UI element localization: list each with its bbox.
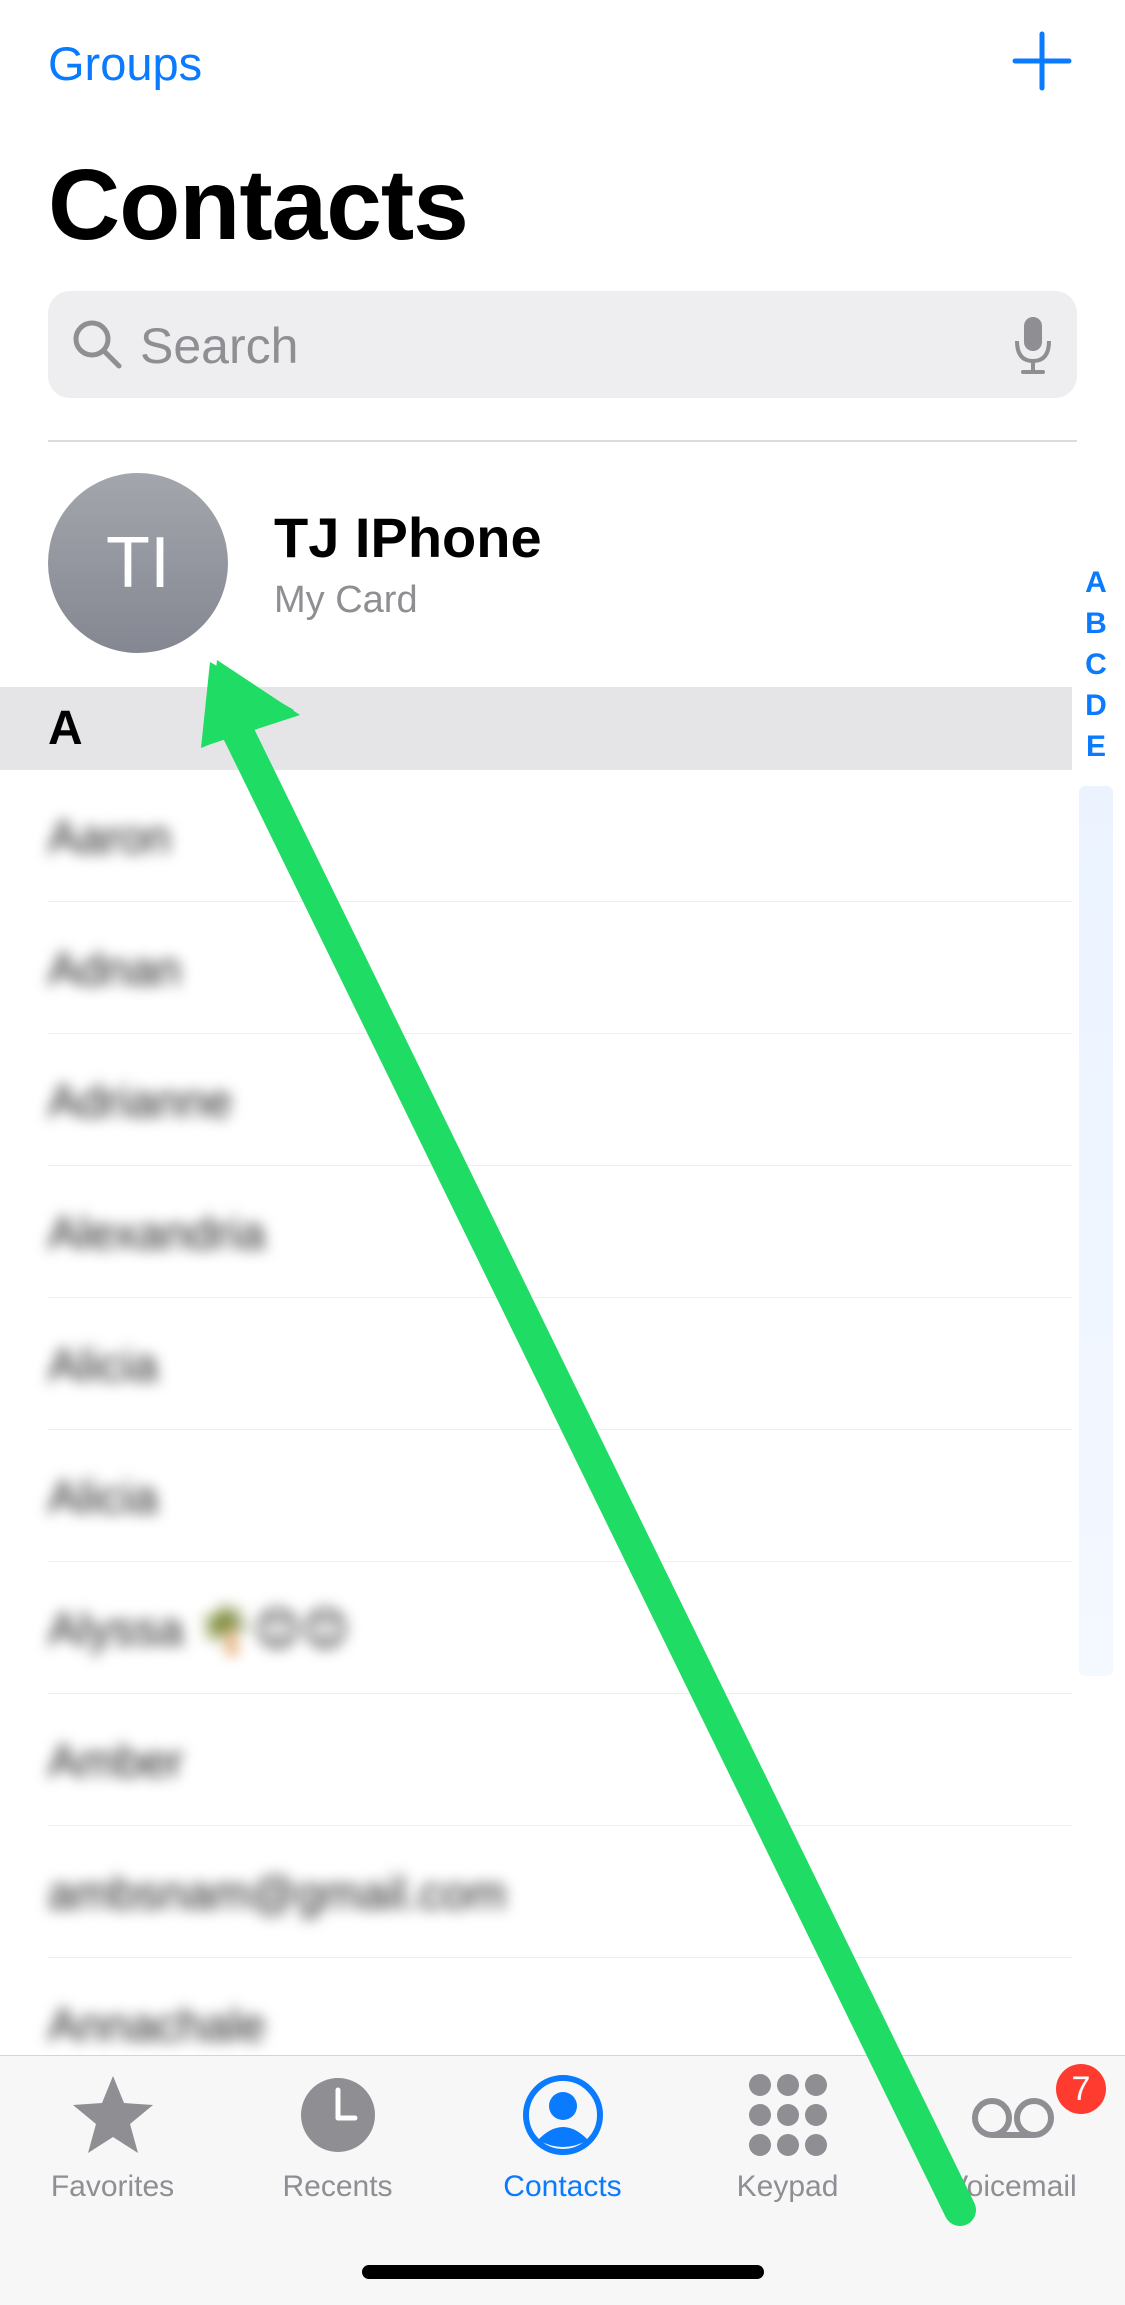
list-item[interactable]: Adrianne: [0, 1034, 1072, 1166]
tab-keypad[interactable]: Keypad: [675, 2070, 900, 2210]
my-card-name: TJ IPhone: [274, 506, 542, 569]
list-item[interactable]: Alicia: [0, 1430, 1072, 1562]
tab-label: Contacts: [503, 2170, 622, 2203]
list-item[interactable]: Alicia: [0, 1298, 1072, 1430]
groups-link[interactable]: Groups: [48, 36, 202, 91]
contact-name: Alicia: [48, 1339, 158, 1391]
clock-icon: [300, 2078, 375, 2152]
contact-list: Aaron Adnan Adrianne Alexandria Alicia A…: [0, 770, 1072, 2090]
search-bar[interactable]: [48, 291, 1077, 398]
contact-name: Alyssa 🌴😊😊: [48, 1603, 350, 1655]
plus-icon: [1012, 31, 1072, 91]
tab-label: Voicemail: [948, 2170, 1077, 2203]
voicemail-icon: [971, 2098, 1054, 2138]
contact-name: Annachale: [48, 1999, 266, 2051]
tab-contacts[interactable]: Contacts: [450, 2070, 675, 2210]
alphabet-index[interactable]: A B C D E: [1079, 562, 1113, 767]
tab-recents[interactable]: Recents: [225, 2070, 450, 2210]
star-icon: [72, 2076, 153, 2153]
tab-label: Recents: [282, 2170, 393, 2203]
index-letter[interactable]: D: [1079, 685, 1113, 726]
tab-label: Keypad: [736, 2170, 839, 2203]
contact-name: Alexandria: [48, 1207, 266, 1259]
list-item[interactable]: Adnan: [0, 902, 1072, 1034]
tab-label: Favorites: [50, 2170, 175, 2203]
list-item[interactable]: Amber: [0, 1694, 1072, 1826]
add-contact-button[interactable]: [1011, 30, 1073, 92]
contact-name: ambsnam@gmail.com: [48, 1867, 507, 1919]
contact-name: Aaron: [48, 811, 171, 863]
voicemail-badge: 7: [1056, 2064, 1106, 2114]
index-letter[interactable]: A: [1079, 562, 1113, 603]
tab-favorites[interactable]: Favorites: [0, 2070, 225, 2210]
my-card-subtitle: My Card: [274, 579, 418, 621]
search-icon: [73, 320, 122, 369]
list-item[interactable]: Aaron: [0, 770, 1072, 902]
index-letter[interactable]: C: [1079, 644, 1113, 685]
index-letter[interactable]: E: [1079, 726, 1113, 767]
list-item[interactable]: Alyssa 🌴😊😊: [0, 1562, 1072, 1694]
keypad-icon: [748, 2074, 827, 2156]
my-card[interactable]: TI TJ IPhone My Card: [0, 455, 1080, 680]
contact-name: Alicia: [48, 1471, 158, 1523]
contact-name: Amber: [48, 1735, 184, 1787]
contact-name: Adrianne: [48, 1075, 233, 1127]
page-title: Contacts: [48, 149, 469, 261]
divider: [48, 440, 1077, 442]
person-circle-icon: [522, 2075, 603, 2155]
index-letter[interactable]: B: [1079, 603, 1113, 644]
microphone-icon[interactable]: [1013, 315, 1053, 375]
search-input[interactable]: [138, 313, 942, 379]
home-indicator[interactable]: [362, 2265, 764, 2279]
contact-name: Adnan: [48, 943, 182, 995]
index-bar-blurred: [1079, 786, 1113, 1676]
list-item[interactable]: Alexandria: [0, 1166, 1072, 1298]
section-header: A: [0, 687, 1072, 770]
avatar: TI: [48, 473, 228, 653]
section-letter: A: [48, 702, 83, 755]
list-item[interactable]: ambsnam@gmail.com: [0, 1826, 1072, 1958]
